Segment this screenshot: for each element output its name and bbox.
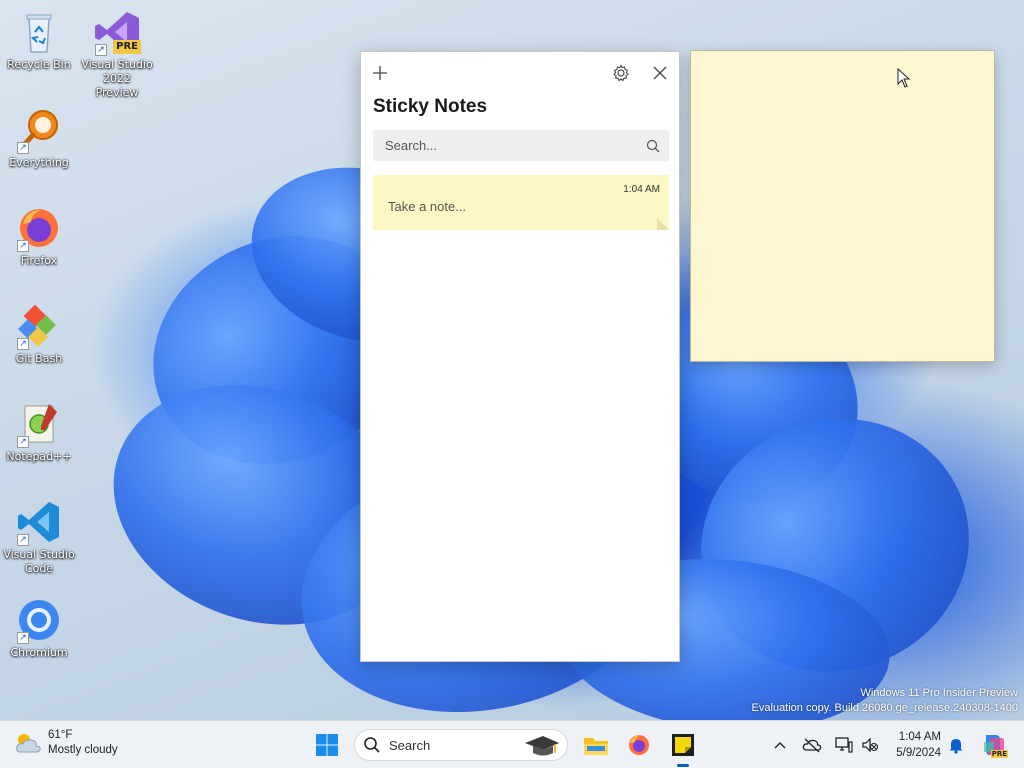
desktop-icon-notepad-plus-plus[interactable]: ↗ Notepad++ [2,400,76,464]
desktop-icon-vscode[interactable]: ↗ Visual Studio Code [2,498,76,576]
new-note-button[interactable] [367,60,393,86]
active-app-indicator [677,764,689,767]
pre-badge: PRE [113,40,141,54]
firefox-icon: ↗ [15,204,63,252]
watermark-line2: Evaluation copy. Build 26080.ge_release.… [751,702,1018,714]
shortcut-arrow-icon: ↗ [17,632,29,644]
clock-date: 5/9/2024 [896,747,941,759]
graduation-cap-icon [525,736,559,756]
desktop-icon-label: Visual Studio 2022 Preview [81,58,153,99]
cloudy-weather-icon [16,734,41,753]
desktop-icon-visual-studio-preview[interactable]: PRE ↗ Visual Studio 2022 Preview [80,8,154,100]
shortcut-arrow-icon: ↗ [17,534,29,546]
desktop-icon-label: Notepad++ [6,450,72,463]
desktop-icon-label: Chromium [10,646,68,659]
close-button[interactable] [647,60,673,86]
desktop-icon-label: Visual Studio Code [3,548,75,575]
sticky-note-editor[interactable] [690,50,995,362]
network-icon [835,737,853,753]
vscode-icon: ↗ [15,498,63,546]
windows-watermark: Windows 11 Pro Insider Preview Evaluatio… [752,686,1018,716]
mouse-cursor-icon [897,68,911,88]
weather-widget[interactable]: 61°F Mostly cloudy [14,728,118,758]
gear-icon [613,64,629,82]
everything-search-icon: ↗ [15,106,63,154]
plus-icon [373,66,387,80]
note-list-item[interactable]: 1:04 AM Take a note... [373,175,669,230]
taskbar-sticky-notes[interactable] [667,729,699,767]
desktop-icon-everything[interactable]: ↗ Everything [2,106,76,170]
note-fold-corner [657,218,669,230]
bell-icon [949,739,963,754]
desktop-icon-label: Recycle Bin [7,58,71,71]
chromium-icon: ↗ [15,596,63,644]
desktop-icon-label: Everything [9,156,69,169]
taskbar-firefox[interactable] [623,729,655,761]
search-box[interactable] [373,130,669,161]
note-timestamp: 1:04 AM [623,184,660,195]
clock-time: 1:04 AM [898,731,941,743]
notifications-button[interactable] [946,735,966,755]
taskbar: 61°F Mostly cloudy Search 1:04 AM 5/9/20… [0,720,1024,768]
taskbar-search[interactable]: Search [354,729,568,761]
tray-volume[interactable] [860,735,880,755]
taskbar-clock[interactable]: 1:04 AM 5/9/2024 [885,729,941,761]
tray-onedrive[interactable] [802,735,822,755]
watermark-line1: Windows 11 Pro Insider Preview [860,687,1018,699]
visual-studio-icon: PRE ↗ [93,8,141,56]
start-button[interactable] [311,729,343,761]
search-icon[interactable] [637,139,669,153]
note-preview-text: Take a note... [388,199,467,214]
sticky-notes-icon [672,734,694,756]
weather-temperature: 61°F [48,729,73,741]
search-icon [364,737,380,753]
chevron-up-icon [774,742,786,749]
weather-condition: Mostly cloudy [48,744,118,756]
cloud-offline-icon [802,738,822,753]
copilot-pre-badge: PRE [990,750,1008,758]
search-input[interactable] [373,130,637,161]
copilot-button[interactable]: PRE [980,732,1008,758]
shortcut-arrow-icon: ↗ [95,44,107,56]
app-title: Sticky Notes [373,96,488,117]
recycle-bin-icon [15,8,63,56]
desktop-icon-label: Firefox [20,254,58,267]
desktop-icon-chromium[interactable]: ↗ Chromium [2,596,76,660]
shortcut-arrow-icon: ↗ [17,142,29,154]
shortcut-arrow-icon: ↗ [17,436,29,448]
firefox-icon [629,735,649,755]
show-hidden-icons-button[interactable] [770,735,790,755]
shortcut-arrow-icon: ↗ [17,338,29,350]
desktop-icon-firefox[interactable]: ↗ Firefox [2,204,76,268]
shortcut-arrow-icon: ↗ [17,240,29,252]
settings-button[interactable] [608,60,634,86]
sticky-notes-window: Sticky Notes 1:04 AM Take a note... [360,51,680,662]
folder-icon [584,738,608,755]
desktop-icon-recycle-bin[interactable]: Recycle Bin [2,8,76,72]
volume-muted-icon [862,737,879,753]
notepad-plus-plus-icon: ↗ [15,400,63,448]
tray-network[interactable] [834,735,854,755]
desktop-icon-label: Git Bash [15,352,63,365]
git-bash-icon: ↗ [15,302,63,350]
desktop-icon-git-bash[interactable]: ↗ Git Bash [2,302,76,366]
taskbar-file-explorer[interactable] [580,729,612,761]
windows-logo-icon [316,734,338,756]
close-icon [653,66,667,80]
taskbar-search-label: Search [389,737,431,753]
